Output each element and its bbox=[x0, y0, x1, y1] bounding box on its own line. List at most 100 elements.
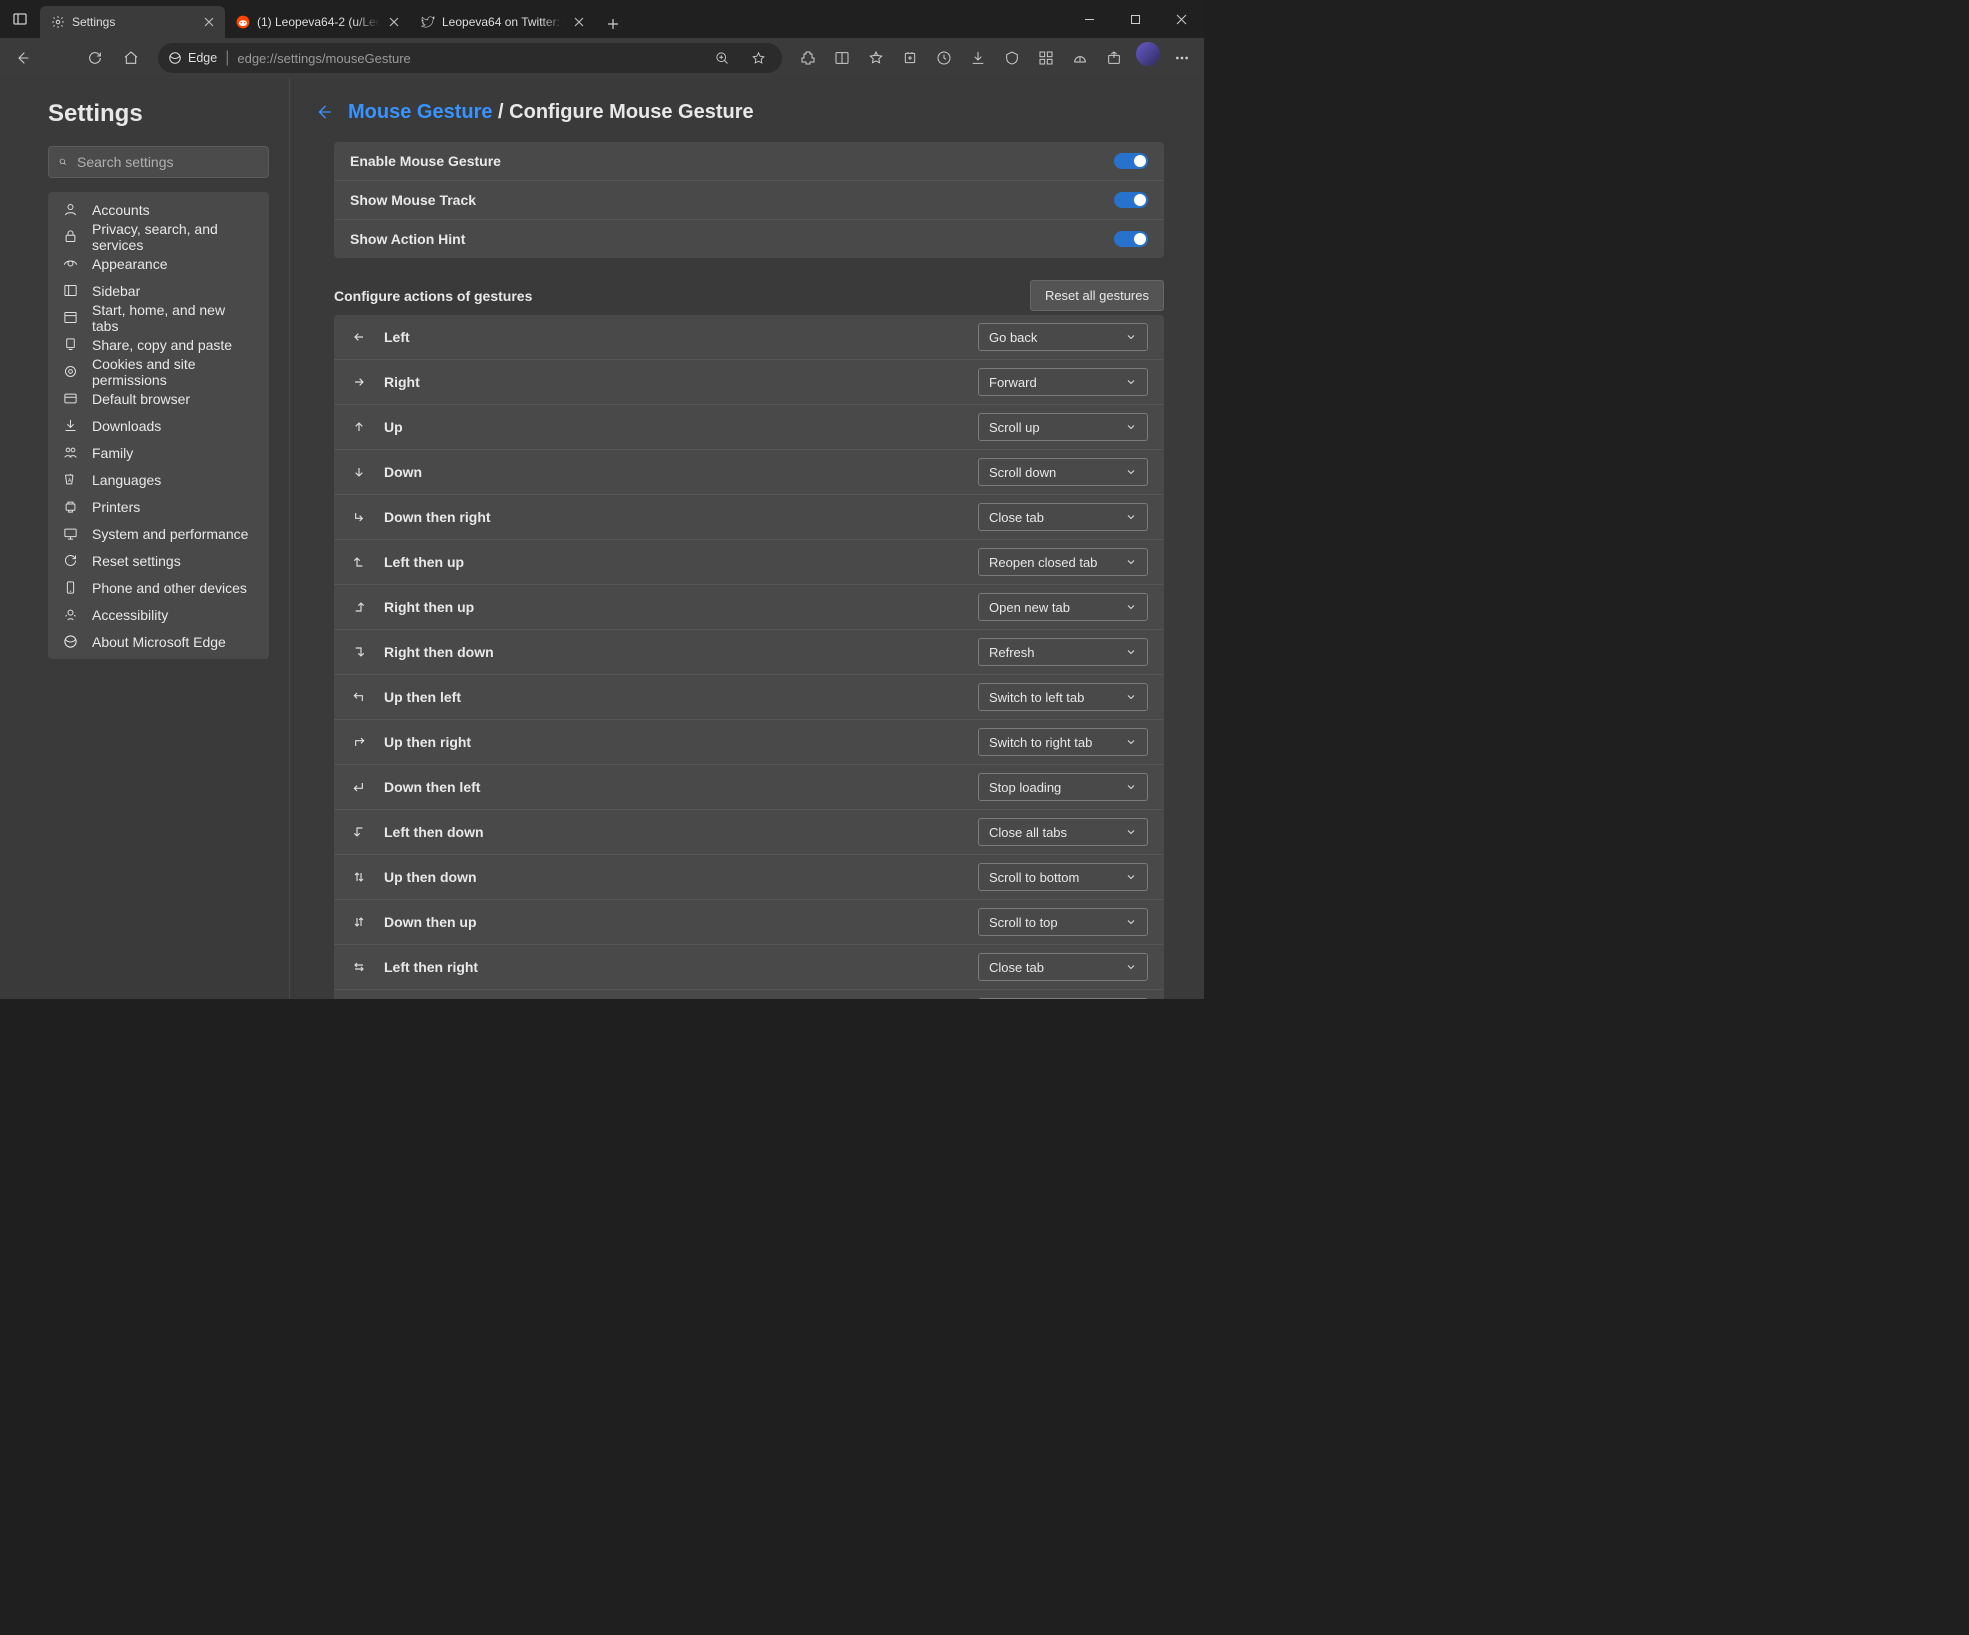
sidebar-item[interactable]: Printers bbox=[48, 493, 269, 520]
gesture-action-dropdown[interactable]: Reopen closed tab bbox=[978, 998, 1148, 999]
settings-search[interactable] bbox=[48, 146, 269, 178]
search-input[interactable] bbox=[77, 154, 258, 170]
minimize-button[interactable] bbox=[1066, 0, 1112, 38]
settings-sidebar: Settings AccountsPrivacy, search, and se… bbox=[0, 78, 290, 999]
address-url: edge://settings/mouseGesture bbox=[237, 51, 410, 66]
sidebar-item-label: Default browser bbox=[92, 391, 190, 407]
close-icon[interactable] bbox=[386, 14, 402, 30]
gesture-row: Down Scroll down bbox=[334, 449, 1164, 494]
gesture-row: Right then up Open new tab bbox=[334, 584, 1164, 629]
favorites-icon[interactable] bbox=[860, 42, 892, 74]
sidebar-item[interactable]: Privacy, search, and services bbox=[48, 223, 269, 250]
gesture-action-dropdown[interactable]: Go back bbox=[978, 323, 1148, 351]
sidebar-item-label: Family bbox=[92, 445, 133, 461]
sidebar-item-label: Accounts bbox=[92, 202, 150, 218]
sidebar-item[interactable]: Cookies and site permissions bbox=[48, 358, 269, 385]
reset-gestures-button[interactable]: Reset all gestures bbox=[1030, 280, 1164, 311]
gesture-action-dropdown[interactable]: Close tab bbox=[978, 503, 1148, 531]
zoom-icon[interactable] bbox=[708, 44, 736, 72]
toggle-switch[interactable] bbox=[1114, 153, 1148, 169]
gesture-action-dropdown[interactable]: Stop loading bbox=[978, 773, 1148, 801]
collections-icon[interactable] bbox=[894, 42, 926, 74]
gesture-direction-icon bbox=[350, 463, 368, 481]
sidebar-item-label: Cookies and site permissions bbox=[92, 356, 255, 388]
gesture-action-dropdown[interactable]: Scroll up bbox=[978, 413, 1148, 441]
tab-twitter[interactable]: Leopeva64 on Twitter: "There are bbox=[410, 6, 595, 38]
share-icon[interactable] bbox=[1098, 42, 1130, 74]
sidebar-item[interactable]: ALanguages bbox=[48, 466, 269, 493]
gesture-name: Left bbox=[384, 329, 962, 345]
tab-settings[interactable]: Settings bbox=[40, 6, 225, 38]
gesture-action-dropdown[interactable]: Refresh bbox=[978, 638, 1148, 666]
identity-label: Edge bbox=[188, 51, 217, 65]
gesture-name: Right bbox=[384, 374, 962, 390]
tab-actions-button[interactable] bbox=[0, 0, 40, 38]
gesture-action-dropdown[interactable]: Open new tab bbox=[978, 593, 1148, 621]
nav-icon bbox=[62, 391, 78, 407]
sidebar-item[interactable]: Accounts bbox=[48, 196, 269, 223]
refresh-button[interactable] bbox=[78, 42, 112, 74]
extensions-icon[interactable] bbox=[792, 42, 824, 74]
new-tab-button[interactable] bbox=[599, 10, 627, 38]
sidebar-item[interactable]: Family bbox=[48, 439, 269, 466]
gesture-action-dropdown[interactable]: Scroll to top bbox=[978, 908, 1148, 936]
favorite-icon[interactable] bbox=[744, 44, 772, 72]
chevron-down-icon bbox=[1125, 556, 1137, 568]
gesture-action-dropdown[interactable]: Scroll to bottom bbox=[978, 863, 1148, 891]
profile-avatar[interactable] bbox=[1136, 42, 1160, 66]
dropdown-value: Reopen closed tab bbox=[989, 555, 1097, 570]
gesture-name: Right then down bbox=[384, 644, 962, 660]
toggle-switch[interactable] bbox=[1114, 192, 1148, 208]
back-button[interactable] bbox=[6, 42, 40, 74]
gesture-action-dropdown[interactable]: Switch to right tab bbox=[978, 728, 1148, 756]
sidebar-item[interactable]: Accessibility bbox=[48, 601, 269, 628]
tracking-icon[interactable] bbox=[996, 42, 1028, 74]
sidebar-item[interactable]: Downloads bbox=[48, 412, 269, 439]
sidebar-item-label: Downloads bbox=[92, 418, 161, 434]
gesture-name: Up then left bbox=[384, 689, 962, 705]
gesture-action-dropdown[interactable]: Reopen closed tab bbox=[978, 548, 1148, 576]
close-window-button[interactable] bbox=[1158, 0, 1204, 38]
gesture-action-dropdown[interactable]: Close all tabs bbox=[978, 818, 1148, 846]
chevron-down-icon bbox=[1125, 646, 1137, 658]
close-icon[interactable] bbox=[201, 14, 217, 30]
home-button[interactable] bbox=[114, 42, 148, 74]
sidebar-item-label: Languages bbox=[92, 472, 161, 488]
sidebar-item[interactable]: Start, home, and new tabs bbox=[48, 304, 269, 331]
downloads-icon[interactable] bbox=[962, 42, 994, 74]
sidebar-item[interactable]: Sidebar bbox=[48, 277, 269, 304]
gesture-action-dropdown[interactable]: Switch to left tab bbox=[978, 683, 1148, 711]
sidebar-item[interactable]: Reset settings bbox=[48, 547, 269, 574]
maximize-button[interactable] bbox=[1112, 0, 1158, 38]
apps-icon[interactable] bbox=[1030, 42, 1062, 74]
sidebar-item[interactable]: Appearance bbox=[48, 250, 269, 277]
tab-reddit[interactable]: (1) Leopeva64-2 (u/Leopeva64-2) bbox=[225, 6, 410, 38]
split-screen-icon[interactable] bbox=[826, 42, 858, 74]
gesture-name: Left then up bbox=[384, 554, 962, 570]
performance-icon[interactable] bbox=[1064, 42, 1096, 74]
history-icon[interactable] bbox=[928, 42, 960, 74]
close-icon[interactable] bbox=[571, 14, 587, 30]
sidebar-item-label: Reset settings bbox=[92, 553, 181, 569]
chevron-down-icon bbox=[1125, 376, 1137, 388]
sidebar-item[interactable]: Default browser bbox=[48, 385, 269, 412]
sidebar-item[interactable]: System and performance bbox=[48, 520, 269, 547]
reddit-icon bbox=[235, 14, 251, 30]
breadcrumb-parent[interactable]: Mouse Gesture bbox=[348, 101, 492, 123]
breadcrumb-row: Mouse Gesture / Configure Mouse Gesture bbox=[312, 100, 1164, 124]
sidebar-item[interactable]: Phone and other devices bbox=[48, 574, 269, 601]
gesture-action-dropdown[interactable]: Scroll down bbox=[978, 458, 1148, 486]
breadcrumb-back-button[interactable] bbox=[312, 100, 336, 124]
address-bar[interactable]: Edge | edge://settings/mouseGesture bbox=[158, 43, 782, 73]
forward-button[interactable] bbox=[42, 42, 76, 74]
sidebar-item[interactable]: Share, copy and paste bbox=[48, 331, 269, 358]
separator: | bbox=[225, 49, 229, 67]
menu-icon[interactable] bbox=[1166, 42, 1198, 74]
gesture-action-dropdown[interactable]: Close tab bbox=[978, 953, 1148, 981]
sidebar-item[interactable]: About Microsoft Edge bbox=[48, 628, 269, 655]
toggle-switch[interactable] bbox=[1114, 231, 1148, 247]
site-identity[interactable]: Edge bbox=[168, 51, 217, 65]
dropdown-value: Close all tabs bbox=[989, 825, 1067, 840]
dropdown-value: Scroll down bbox=[989, 465, 1056, 480]
gesture-action-dropdown[interactable]: Forward bbox=[978, 368, 1148, 396]
